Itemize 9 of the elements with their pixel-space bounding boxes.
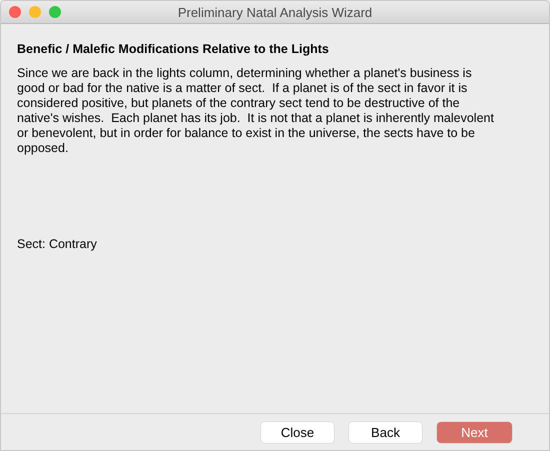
section-heading: Benefic / Malefic Modifications Relative to the Lights xyxy=(17,42,329,56)
zoom-window-button[interactable] xyxy=(49,6,61,18)
description-paragraph: Since we are back in the lights column, determining whether a planet's business is good or bad for the native is a matter of sect. If a planet is of the sect in favor it is considered positive, but planets of the contrary sect tend to be destructive of the native's wishes. Each planet has its job. It is not that a planet is inherently malevolent or benevolent, but in order for balance to exist in the universe, the sects have to be opposed. xyxy=(17,66,494,156)
sect-label: Sect: Contrary xyxy=(17,237,97,251)
dialog-button[interactable]: Close xyxy=(261,422,334,442)
minimize-window-button[interactable] xyxy=(29,6,41,18)
window-title: Preliminary Natal Analysis Wizard xyxy=(178,4,372,20)
dialog-button[interactable]: Back xyxy=(349,422,422,442)
close-window-button[interactable] xyxy=(9,6,21,18)
